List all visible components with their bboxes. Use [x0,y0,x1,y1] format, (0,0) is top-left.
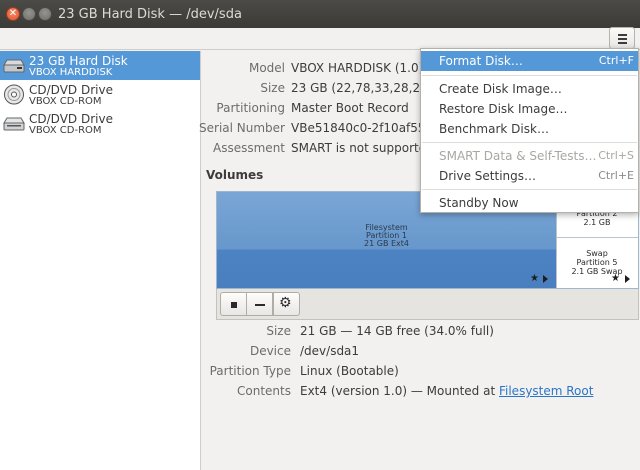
assessment-value: SMART is not supported [291,141,434,155]
swap-star-icon: ★ [611,273,620,284]
volume-size-label: Size [266,324,291,338]
unmount-button[interactable] [220,292,247,316]
model-label: Model [248,61,285,75]
menu-item-format-disk[interactable]: Format Disk… Ctrl+F [421,51,638,71]
volume-size-value: 21 GB — 14 GB free (34.0% full) [300,324,494,338]
drive-item-cd-dvd-2[interactable]: CD/DVD Drive VBOX CD-ROM [0,109,200,138]
partition-5-name: Partition 5 [576,258,618,267]
assessment-label: Assessment [213,141,285,155]
bootable-star-icon: ★ [530,273,539,284]
contents-label: Contents [237,384,291,398]
partition-type-value: Linux (Bootable) [300,364,399,378]
menu-item-label: Standby Now [439,196,519,210]
minimize-window-button[interactable] [22,7,36,21]
volumes-heading: Volumes [206,168,264,182]
menu-item-label: Restore Disk Image… [439,102,568,116]
optical-disc-icon [4,84,24,105]
device-label: Device [249,344,291,358]
partition-5-type: Swap [586,249,608,258]
contents-value: Ext4 (version 1.0) — Mounted at Filesyst… [300,384,593,398]
volume-toolbar: ⚙ [216,289,639,320]
menu-separator [422,142,637,143]
serial-label: Serial Number [199,121,285,135]
menu-item-label: Benchmark Disk… [439,122,549,136]
close-window-button[interactable]: ✕ [6,7,20,21]
partition-1-label: Filesystem Partition 1 21 GB Ext4 [217,224,556,248]
menu-item-drive-settings[interactable]: Drive Settings… Ctrl+E [421,166,638,186]
model-value: VBOX HARDDISK (1.0) [291,61,424,75]
menu-item-label: Drive Settings… [439,169,537,183]
device-value: /dev/sda1 [300,344,360,358]
drive-model: VBOX HARDDISK [29,67,113,78]
menu-item-label: SMART Data & Self-Tests… [439,149,597,163]
drive-name: CD/DVD Drive [29,112,113,126]
size-label: Size [260,81,285,95]
drive-name: CD/DVD Drive [29,83,113,97]
window-title: 23 GB Hard Disk — /dev/sda [58,7,242,22]
partitioning-value: Master Boot Record [291,101,409,115]
drive-menu-button[interactable] [609,27,635,49]
menu-item-label: Create Disk Image… [439,82,562,96]
mounted-play-icon [543,275,548,283]
partition-type-label: Partition Type [209,364,291,378]
filesystem-root-link[interactable]: Filesystem Root [499,384,593,398]
menu-icon-line [618,38,627,40]
menu-item-label: Format Disk… [439,54,523,68]
maximize-window-button[interactable] [38,7,52,21]
menu-item-shortcut: Ctrl+F [598,54,634,67]
menu-separator [422,189,637,190]
drive-list: 23 GB Hard Disk VBOX HARDDISK CD/DVD Dri… [0,51,201,470]
menu-icon-line [618,34,627,36]
partition-options-button[interactable]: ⚙ [273,292,300,316]
serial-value: VBe51840c0-2f10af55 [291,121,426,135]
partition-5-label: Swap Partition 5 2.1 GB Swap [557,249,637,276]
title-bar: ✕ 23 GB Hard Disk — /dev/sda [0,0,640,28]
menu-item-benchmark-disk[interactable]: Benchmark Disk… [421,119,638,139]
stop-icon [231,302,237,308]
hard-disk-icon [3,59,25,73]
minus-icon [255,304,265,306]
menu-item-standby-now[interactable]: Standby Now [421,193,638,213]
drive-name: 23 GB Hard Disk [29,54,128,68]
gear-icon: ⚙ [279,295,292,311]
menu-separator [422,75,637,76]
menu-item-shortcut: Ctrl+S [598,149,634,162]
delete-partition-button[interactable] [246,292,273,316]
partitioning-label: Partitioning [216,101,285,115]
contents-text: Ext4 (version 1.0) — Mounted at [300,384,499,398]
header-bar [0,28,640,50]
menu-icon-line [618,42,627,44]
partition-2-size: 2.1 GB [583,218,611,227]
drive-model: VBOX CD-ROM [29,125,102,136]
menu-item-smart-data[interactable]: SMART Data & Self-Tests… Ctrl+S [421,146,638,166]
drive-item-hard-disk[interactable]: 23 GB Hard Disk VBOX HARDDISK [0,51,200,80]
menu-item-restore-disk-image[interactable]: Restore Disk Image… [421,99,638,119]
partition-5-block[interactable]: Swap Partition 5 2.1 GB Swap ★ [556,238,638,288]
optical-drive-icon [3,117,25,131]
drive-model: VBOX CD-ROM [29,96,102,107]
swap-play-icon [625,275,630,283]
menu-item-create-disk-image[interactable]: Create Disk Image… [421,79,638,99]
drive-menu-popup: Format Disk… Ctrl+F Create Disk Image… R… [420,48,639,213]
partition-1-size: 21 GB Ext4 [364,239,409,248]
menu-item-shortcut: Ctrl+E [598,169,634,182]
drive-item-cd-dvd-1[interactable]: CD/DVD Drive VBOX CD-ROM [0,80,200,109]
